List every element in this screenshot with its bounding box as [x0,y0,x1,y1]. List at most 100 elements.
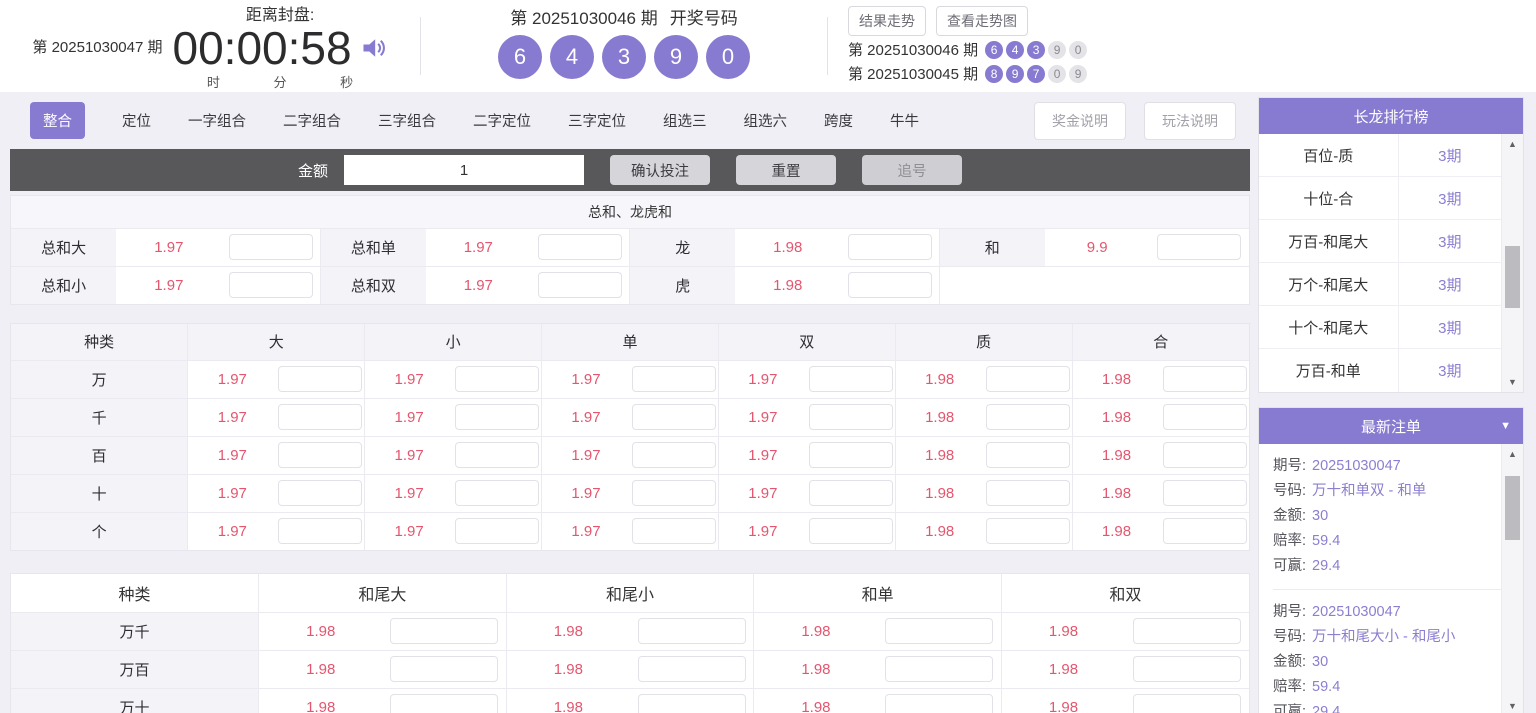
odds-value: 1.97 [425,265,531,304]
bet-input[interactable] [1162,480,1247,506]
list-item[interactable]: 万百-和尾大 3期 [1259,220,1501,263]
odds-value: 1.98 [1071,397,1161,436]
tab-zhenghe[interactable]: 整合 [30,102,85,139]
bet-input[interactable] [455,518,540,545]
bet-input[interactable] [278,404,363,430]
bet-input[interactable] [637,694,746,713]
bet-input[interactable] [1162,518,1247,545]
bet-input[interactable] [985,366,1070,392]
tab-zuxuan-san[interactable]: 组选三 [663,110,707,131]
tab-niuniu[interactable]: 牛牛 [890,110,919,131]
bet-input[interactable] [278,518,363,545]
bet-input[interactable] [637,656,746,682]
odds-value: 1.98 [1071,511,1161,550]
history-period: 第 20251030046 期 [848,42,979,59]
bet-input[interactable] [808,366,893,392]
bet-input[interactable] [808,404,893,430]
bet-input[interactable] [985,480,1070,506]
amount-input[interactable] [344,155,584,185]
scroll-up-icon[interactable]: ▲ [1502,444,1523,464]
bet-input[interactable] [808,442,893,468]
odds-value: 1.97 [187,397,277,436]
bet-input[interactable] [847,272,932,299]
odds-value: 1.98 [753,687,878,713]
speaker-icon[interactable] [360,34,388,62]
reset-button[interactable]: 重置 [736,155,836,185]
view-trend-chart-button[interactable]: 查看走势图 [936,6,1028,36]
list-item[interactable]: 十个-和尾大 3期 [1259,306,1501,349]
tab-yizi-zuhe[interactable]: 一字组合 [188,110,246,131]
bet-input[interactable] [631,518,716,545]
scrollbar-thumb[interactable] [1505,246,1520,308]
bet-input[interactable] [1133,618,1242,644]
tab-zuxuan-liu[interactable]: 组选六 [744,110,788,131]
bet-input[interactable] [538,234,623,260]
bet-input[interactable] [455,366,540,392]
bet-input[interactable] [455,404,540,430]
bet-input[interactable] [985,404,1070,430]
list-item[interactable]: 百位-质 3期 [1259,134,1501,177]
rules-info-button[interactable]: 玩法说明 [1144,101,1236,140]
list-item[interactable]: 十位-合 3期 [1259,177,1501,220]
bet-input[interactable] [228,234,313,260]
streak-ranking-panel: 长龙排行榜 百位-质 3期 十位-合 3期 万百-和尾大 3期 万个-和尾大 3… [1258,97,1524,393]
bet-input[interactable] [1162,404,1247,430]
bet-input[interactable] [631,404,716,430]
bet-input[interactable] [631,442,716,468]
orders-scrollbar[interactable]: ▲ ▼ [1501,444,1523,713]
column-header: 小 [364,324,542,360]
tab-erzi-dingwei[interactable]: 二字定位 [473,110,531,131]
tab-sanzi-zuhe[interactable]: 三字组合 [378,110,436,131]
bet-input[interactable] [1162,366,1247,392]
bet-input[interactable] [847,234,932,260]
list-item[interactable]: 万个-和尾大 3期 [1259,263,1501,306]
scroll-down-icon[interactable]: ▼ [1502,372,1523,392]
bet-input[interactable] [390,656,499,682]
tab-erzi-zuhe[interactable]: 二字组合 [283,110,341,131]
list-item[interactable]: 万百-和单 3期 [1259,349,1501,392]
draw-balls: 6 4 3 9 0 [498,35,750,79]
bet-input[interactable] [885,656,994,682]
bet-input[interactable] [1157,234,1242,260]
bet-input[interactable] [278,480,363,506]
bet-input[interactable] [278,366,363,392]
bet-input[interactable] [885,618,994,644]
odds-value: 1.98 [894,359,984,398]
bet-input[interactable] [985,442,1070,468]
order-field-label: 可赢: [1273,558,1307,574]
bet-input[interactable] [985,518,1070,545]
odds-value: 1.98 [753,649,878,688]
bet-input[interactable] [631,366,716,392]
scrollbar-thumb[interactable] [1505,476,1520,540]
bet-input[interactable] [228,272,313,299]
bet-input[interactable] [631,480,716,506]
confirm-bet-button[interactable]: 确认投注 [610,155,710,185]
chevron-down-icon[interactable]: ▼ [1500,420,1511,432]
bet-input[interactable] [885,694,994,713]
bet-input[interactable] [455,480,540,506]
bet-input[interactable] [455,442,540,468]
result-trend-button[interactable]: 结果走势 [848,6,926,36]
odds-value: 1.97 [541,359,630,398]
bet-input[interactable] [390,694,499,713]
bet-input[interactable] [808,518,893,545]
bet-input[interactable] [278,442,363,468]
chase-number-button[interactable]: 追号 [862,155,962,185]
bet-input[interactable] [390,618,499,644]
scroll-up-icon[interactable]: ▲ [1502,134,1523,154]
scroll-down-icon[interactable]: ▼ [1502,696,1523,713]
tab-kuadu[interactable]: 跨度 [824,110,853,131]
tab-dingwei[interactable]: 定位 [122,110,151,131]
bet-input[interactable] [1133,694,1242,713]
bet-input[interactable] [538,272,623,299]
bet-input[interactable] [1133,656,1242,682]
bet-input[interactable] [637,618,746,644]
tab-sanzi-dingwei[interactable]: 三字定位 [568,110,626,131]
bet-input[interactable] [1162,442,1247,468]
column-header: 种类 [11,324,188,360]
streak-count: 3期 [1438,276,1462,294]
ranking-scrollbar[interactable]: ▲ ▼ [1501,134,1523,392]
order-field-value: 万十和单双 - 和单 [1312,483,1427,499]
bet-input[interactable] [808,480,893,506]
prize-info-button[interactable]: 奖金说明 [1034,101,1126,140]
